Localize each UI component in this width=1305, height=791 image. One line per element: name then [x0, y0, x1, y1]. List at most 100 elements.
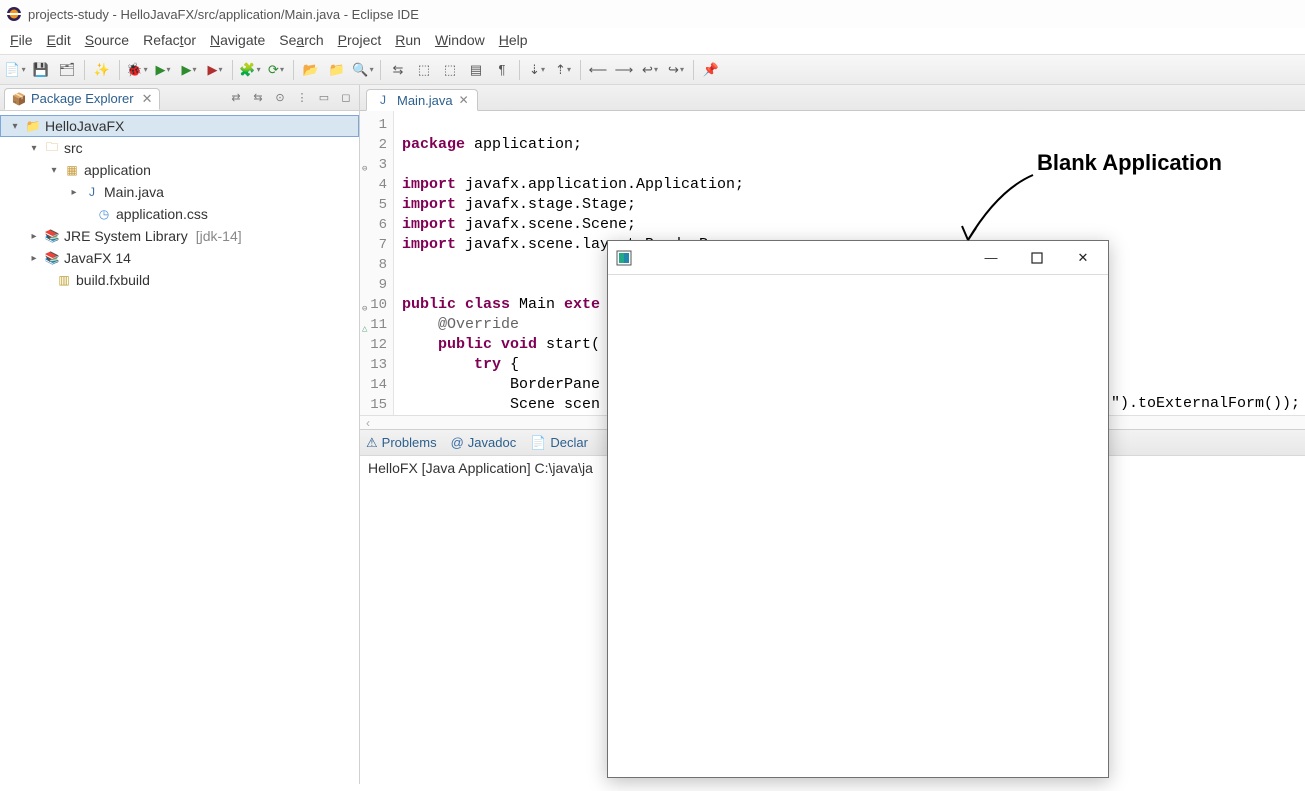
new-button[interactable]: 📄: [4, 59, 26, 81]
menu-window[interactable]: Window: [435, 32, 485, 48]
back-button[interactable]: ⟵: [587, 59, 609, 81]
close-icon[interactable]: ✕: [142, 91, 153, 107]
twisty-icon[interactable]: ▾: [9, 121, 21, 132]
package-explorer-header: 📦 Package Explorer ✕ ⇄ ⇆ ⊙ ⋮ ▭ ◻: [0, 85, 359, 111]
window-title: projects-study - HelloJavaFX/src/applica…: [28, 7, 419, 22]
tree-main-java[interactable]: ▸ J Main.java: [0, 181, 359, 203]
wand-button[interactable]: ✨: [91, 59, 113, 81]
line-number: 2: [370, 135, 387, 155]
forward-history-button[interactable]: ↪: [665, 59, 687, 81]
menu-run[interactable]: Run: [395, 32, 421, 48]
save-button[interactable]: 💾: [30, 59, 52, 81]
eclipse-icon: [6, 6, 22, 22]
menu-refactor[interactable]: Refactor: [143, 32, 196, 48]
twisty-icon[interactable]: ▸: [28, 253, 40, 264]
menu-navigate[interactable]: Navigate: [210, 32, 265, 48]
build-file-icon: ▥: [56, 272, 72, 288]
menu-source[interactable]: Source: [85, 32, 129, 48]
package-icon: ▦: [64, 162, 80, 178]
debug-button[interactable]: 🐞: [126, 59, 148, 81]
twisty-icon[interactable]: ▸: [68, 187, 80, 198]
toggle-button-3[interactable]: ⬚: [439, 59, 461, 81]
problems-icon: ⚠: [366, 435, 378, 451]
maximize-icon: [1031, 252, 1043, 264]
tree-javafx[interactable]: ▸ 📚 JavaFX 14: [0, 247, 359, 269]
menu-edit[interactable]: Edit: [47, 32, 71, 48]
problems-tab[interactable]: ⚠Problems: [366, 435, 437, 451]
link-editor-icon[interactable]: ⇆: [249, 89, 267, 107]
menu-project[interactable]: Project: [338, 32, 382, 48]
minimize-view-icon[interactable]: ▭: [315, 89, 333, 107]
menu-help[interactable]: Help: [499, 32, 528, 48]
package-icon: 📦: [11, 91, 27, 107]
line-number: 4: [370, 175, 387, 195]
tree-label: src: [64, 140, 83, 156]
pin-button[interactable]: 📌: [700, 59, 722, 81]
open-task-button[interactable]: 📁: [326, 59, 348, 81]
search-button[interactable]: 🔍: [352, 59, 374, 81]
toggle-button-1[interactable]: ⇆: [387, 59, 409, 81]
tree-label: application: [84, 162, 151, 178]
collapse-all-icon[interactable]: ⇄: [227, 89, 245, 107]
twisty-icon[interactable]: ▾: [28, 143, 40, 154]
maximize-button[interactable]: [1014, 243, 1060, 273]
coverage-button[interactable]: ▶: [178, 59, 200, 81]
tree-package[interactable]: ▾ ▦ application: [0, 159, 359, 181]
tree-label: Main.java: [104, 184, 164, 200]
maximize-view-icon[interactable]: ◻: [337, 89, 355, 107]
toggle-button-4[interactable]: ▤: [465, 59, 487, 81]
run-button[interactable]: ▶: [152, 59, 174, 81]
editor-tab-main[interactable]: J Main.java ✕: [366, 89, 478, 111]
line-number: 15: [370, 395, 387, 415]
tree-project[interactable]: ▾ 📁 HelloJavaFX: [0, 115, 359, 137]
javadoc-icon: @: [451, 435, 464, 450]
external-tools-button[interactable]: 🧩: [239, 59, 261, 81]
view-menu-icon[interactable]: ⋮: [293, 89, 311, 107]
tree-src[interactable]: ▾ 🗀 src: [0, 137, 359, 159]
fold-icon[interactable]: ⊖: [362, 159, 367, 179]
tree-label: build.fxbuild: [76, 272, 150, 288]
prev-annotation-button[interactable]: ⇡: [552, 59, 574, 81]
tree-jre[interactable]: ▸ 📚 JRE System Library [jdk-14]: [0, 225, 359, 247]
declaration-tab[interactable]: 📄Declar: [530, 435, 588, 451]
folder-icon: 🗀: [44, 140, 60, 156]
library-icon: 📚: [44, 250, 60, 266]
javadoc-tab[interactable]: @Javadoc: [451, 435, 517, 450]
annotation-label: Blank Application: [1037, 150, 1222, 176]
twisty-icon[interactable]: ▸: [28, 231, 40, 242]
toggle-button-5[interactable]: ¶: [491, 59, 513, 81]
minimize-button[interactable]: —: [968, 243, 1014, 273]
focus-icon[interactable]: ⊙: [271, 89, 289, 107]
run-last-button[interactable]: ▶: [204, 59, 226, 81]
java-file-icon: J: [375, 92, 391, 108]
editor-tab-label: Main.java: [397, 93, 453, 108]
close-button[interactable]: ✕: [1060, 243, 1106, 273]
tree-build[interactable]: ▸ ▥ build.fxbuild: [0, 269, 359, 291]
toggle-button-2[interactable]: ⬚: [413, 59, 435, 81]
close-icon[interactable]: ✕: [459, 93, 469, 107]
javafx-app-icon: [616, 250, 632, 266]
line-number: 14: [370, 375, 387, 395]
javafx-titlebar[interactable]: — ✕: [608, 241, 1108, 275]
save-all-button[interactable]: 🗂: [56, 59, 78, 81]
next-annotation-button[interactable]: ⇣: [526, 59, 548, 81]
open-type-button[interactable]: 📂: [300, 59, 322, 81]
menu-search[interactable]: Search: [279, 32, 323, 48]
back-history-button[interactable]: ↩: [639, 59, 661, 81]
library-icon: 📚: [44, 228, 60, 244]
line-number: 5: [370, 195, 387, 215]
editor-tabs: J Main.java ✕: [360, 85, 1305, 111]
line-number: 12: [370, 335, 387, 355]
tree-application-css[interactable]: ▸ ◷ application.css: [0, 203, 359, 225]
tree-label-suffix: [jdk-14]: [196, 228, 242, 244]
menu-file[interactable]: File: [10, 32, 33, 48]
menu-bar: File Edit Source Refactor Navigate Searc…: [0, 28, 1305, 55]
package-explorer-tab[interactable]: 📦 Package Explorer ✕: [4, 88, 160, 110]
twisty-icon[interactable]: ▾: [48, 165, 60, 176]
build-button[interactable]: ⟳: [265, 59, 287, 81]
fold-icon[interactable]: ⊖: [362, 299, 367, 319]
javafx-app-window[interactable]: — ✕: [607, 240, 1109, 778]
line-number: △11: [370, 315, 387, 335]
tree-label: JRE System Library: [64, 228, 188, 244]
forward-button[interactable]: ⟶: [613, 59, 635, 81]
